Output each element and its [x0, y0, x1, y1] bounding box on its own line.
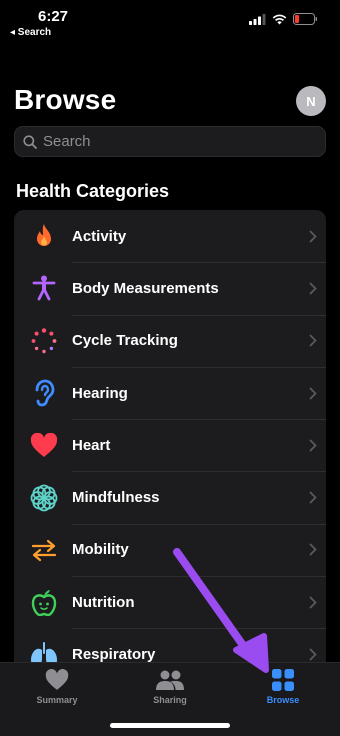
ear-icon — [35, 379, 55, 407]
category-label: Respiratory — [72, 646, 156, 664]
chevron-right-icon — [309, 648, 317, 661]
wifi-icon — [272, 14, 287, 24]
category-row-mobility[interactable]: Mobility — [14, 523, 326, 576]
category-row-activity[interactable]: Activity — [14, 210, 326, 262]
status-bar: 6:27 ◂ Search — [0, 0, 340, 44]
avatar-initial: N — [306, 93, 316, 109]
search-bar[interactable] — [14, 126, 326, 157]
chevron-right-icon — [309, 439, 317, 452]
status-icons — [249, 13, 318, 25]
search-icon — [23, 134, 37, 149]
chevron-right-icon — [309, 334, 317, 347]
category-row-nutrition[interactable]: Nutrition — [14, 576, 326, 628]
category-label: Mindfulness — [72, 489, 160, 507]
apple-icon — [31, 590, 57, 617]
status-time: 6:27 — [38, 8, 69, 25]
chevron-right-icon — [309, 491, 317, 504]
categories-list: Activity Body Measurements Cycle Trackin… — [14, 210, 326, 681]
arrows-icon — [31, 539, 57, 562]
chevron-right-icon — [309, 387, 317, 399]
chevron-right-icon — [309, 230, 317, 243]
category-row-body-measurements[interactable]: Body Measurements — [14, 262, 326, 314]
flower-icon — [30, 484, 58, 512]
heart-icon — [30, 432, 58, 457]
category-label: Nutrition — [72, 593, 135, 611]
category-label: Heart — [72, 436, 111, 454]
avatar[interactable]: N — [296, 86, 326, 116]
section-title: Health Categories — [16, 181, 170, 201]
category-label: Mobility — [72, 541, 129, 559]
battery-icon — [293, 13, 317, 25]
category-label: Hearing — [72, 384, 128, 402]
category-row-mindfulness[interactable]: Mindfulness — [14, 471, 326, 523]
chevron-right-icon — [309, 596, 317, 609]
chevron-right-icon — [309, 282, 317, 295]
tab-label: Browse — [266, 695, 300, 705]
category-label: Activity — [72, 227, 127, 245]
search-input[interactable] — [43, 133, 303, 150]
chevron-right-icon — [309, 544, 317, 556]
category-row-heart[interactable]: Heart — [14, 419, 326, 471]
heart-tab-icon — [45, 669, 69, 690]
category-row-cycle-tracking[interactable]: Cycle Tracking — [14, 314, 326, 367]
grid-icon — [272, 669, 294, 691]
tab-label: Sharing — [153, 695, 187, 705]
flame-icon — [37, 224, 51, 247]
tab-label: Summary — [36, 695, 78, 705]
tab-summary[interactable]: Summary — [12, 669, 102, 705]
category-label: Body Measurements — [72, 279, 219, 297]
page-title: Browse — [14, 84, 117, 115]
figure-icon — [32, 275, 56, 301]
cycle-icon — [31, 328, 57, 353]
tab-sharing[interactable]: Sharing — [125, 669, 215, 705]
signal-icon — [249, 13, 266, 25]
category-label: Cycle Tracking — [72, 332, 178, 350]
people-icon — [156, 670, 184, 690]
home-indicator — [110, 723, 230, 728]
tab-browse[interactable]: Browse — [238, 669, 328, 705]
category-row-hearing[interactable]: Hearing — [14, 366, 326, 419]
back-to-app-link[interactable]: ◂ Search — [10, 27, 51, 38]
